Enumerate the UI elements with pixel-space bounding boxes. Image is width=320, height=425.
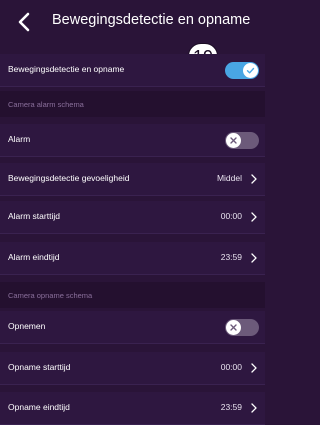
alarm-end-value: 23:59 [220,252,242,262]
motion-detection-label: Bewegingsdetectie en opname [8,64,125,74]
sensitivity-label: Bewegingsdetectie gevoeligheid [8,173,130,183]
check-icon [246,67,255,74]
chevron-right-icon [251,363,257,373]
alarm-row: Alarm [0,124,265,157]
toggle-knob [226,320,241,335]
alarm-start-row[interactable]: Alarm starttijd 00:00 [0,201,265,234]
record-row: Opnemen [0,311,265,344]
close-icon [230,324,237,331]
record-start-value: 00:00 [220,362,242,372]
record-end-value: 23:59 [220,402,242,412]
alarm-start-label: Alarm starttijd [8,211,60,221]
alarm-toggle[interactable] [225,132,259,149]
record-schedule-heading: Camera opname schema [8,291,93,300]
record-schedule-section: Camera opname schema [0,282,265,308]
chevron-right-icon [251,253,257,263]
alarm-end-label: Alarm eindtijd [8,252,60,262]
alarm-start-value: 00:00 [220,211,242,221]
alarm-end-row[interactable]: Alarm eindtijd 23:59 [0,242,265,275]
close-icon [230,137,237,144]
record-start-label: Opname starttijd [8,362,71,372]
record-label: Opnemen [8,321,46,331]
toggle-knob [226,133,241,148]
record-end-row[interactable]: Opname eindtijd 23:59 [0,392,265,425]
top-bar: Bewegingsdetectie en opname [0,0,265,42]
sensitivity-row[interactable]: Bewegingsdetectie gevoeligheid Middel [0,163,265,196]
toggle-knob [243,63,258,78]
sensitivity-value: Middel [216,173,242,183]
motion-detection-toggle[interactable] [225,62,259,79]
chevron-right-icon [251,403,257,413]
alarm-label: Alarm [8,134,31,144]
page-title: Bewegingsdetectie en opname [52,12,251,28]
alarm-schedule-heading: Camera alarm schema [8,100,84,109]
record-toggle[interactable] [225,319,259,336]
alarm-schedule-section: Camera alarm schema [0,91,265,117]
record-start-row[interactable]: Opname starttijd 00:00 [0,352,265,385]
chevron-right-icon [251,174,257,184]
motion-detection-row: Bewegingsdetectie en opname [0,54,265,87]
record-end-label: Opname eindtijd [8,402,70,412]
back-chevron-icon[interactable] [16,12,32,32]
chevron-right-icon [251,212,257,222]
